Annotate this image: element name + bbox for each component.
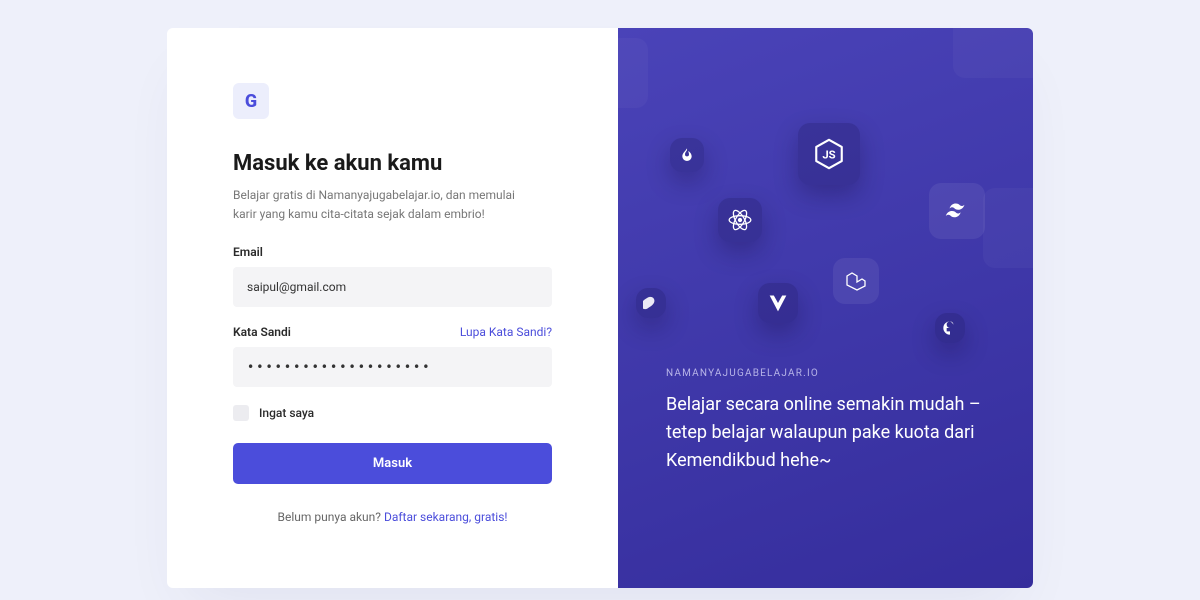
forgot-password-link[interactable]: Lupa Kata Sandi? <box>460 325 552 339</box>
signup-row: Belum punya akun? Daftar sekarang, grati… <box>233 510 552 524</box>
remember-checkbox[interactable] <box>233 405 249 421</box>
vue-icon <box>758 283 798 323</box>
login-card: G Masuk ke akun kamu Belajar gratis di N… <box>167 28 1033 588</box>
login-panel: G Masuk ke akun kamu Belajar gratis di N… <box>167 28 618 588</box>
remember-label: Ingat saya <box>259 406 314 420</box>
signup-prompt: Belum punya akun? <box>278 510 384 524</box>
submit-button[interactable]: Masuk <box>233 443 552 484</box>
svg-text:JS: JS <box>822 147 835 161</box>
page-title: Masuk ke akun kamu <box>233 151 552 176</box>
flame-icon <box>670 138 704 172</box>
password-input[interactable] <box>233 347 552 387</box>
password-label: Kata Sandi <box>233 325 291 339</box>
email-label: Email <box>233 245 263 259</box>
deco-square <box>983 188 1033 268</box>
tailwind-icon <box>929 183 985 239</box>
promo-brand: NAMANYAJUGABELAJAR.IO <box>666 368 985 379</box>
svelte-icon <box>636 288 666 318</box>
promo-panel: JS NAMANYAJUGABELAJAR.IO Belajar secara … <box>618 28 1033 588</box>
email-input[interactable] <box>233 267 552 307</box>
brand-logo: G <box>233 83 269 119</box>
deco-square <box>953 28 1033 78</box>
react-icon <box>718 198 762 242</box>
signup-link[interactable]: Daftar sekarang, gratis! <box>384 510 508 524</box>
laravel-icon <box>833 258 879 304</box>
promo-tagline: Belajar secara online semakin mudah – te… <box>666 391 985 475</box>
deco-square <box>618 38 648 108</box>
page-subtitle: Belajar gratis di Namanyajugabelajar.io,… <box>233 186 533 223</box>
digitalocean-icon <box>935 313 965 343</box>
nodejs-icon: JS <box>798 123 860 185</box>
